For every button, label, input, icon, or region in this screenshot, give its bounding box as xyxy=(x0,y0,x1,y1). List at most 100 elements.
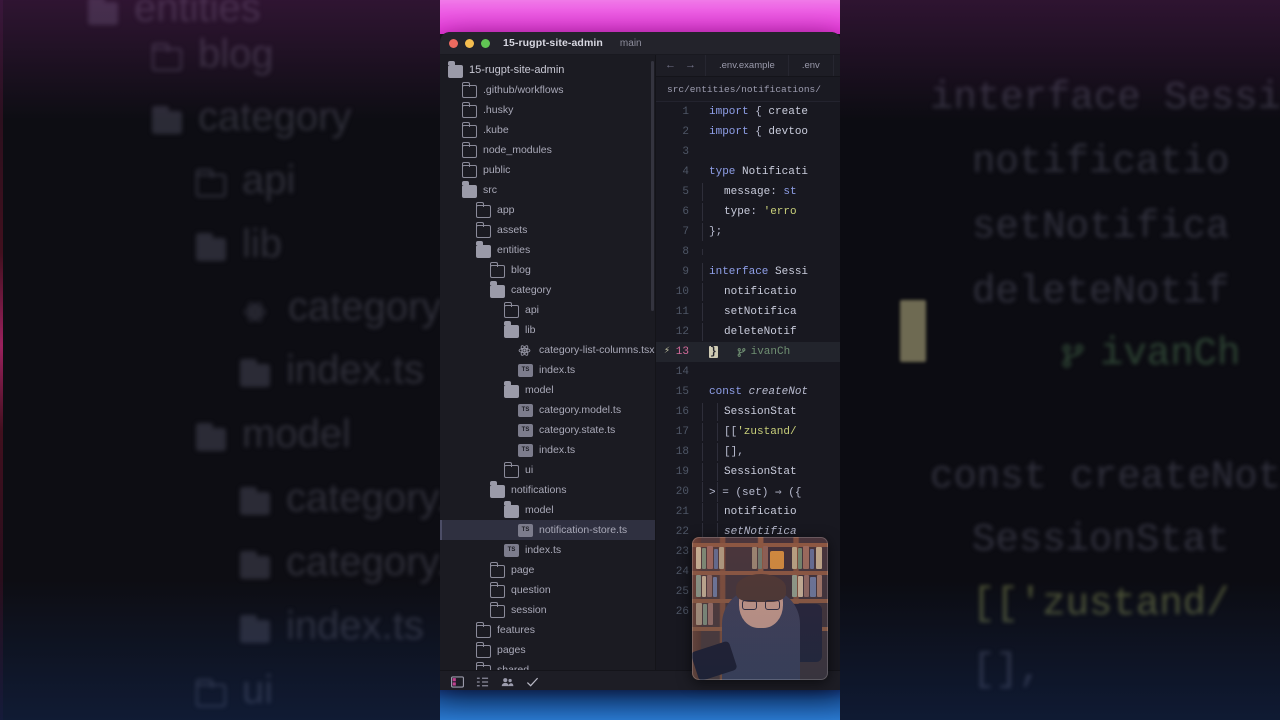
webcam-frame-border xyxy=(692,537,828,680)
folder-icon xyxy=(503,461,519,478)
code-line[interactable]: 3 xyxy=(656,142,840,162)
code-line[interactable]: 15 const createNot xyxy=(656,382,840,402)
tab-env[interactable]: .env xyxy=(789,55,834,76)
code-token: interface xyxy=(709,266,776,278)
tree-item[interactable]: page xyxy=(440,560,655,580)
code-line[interactable]: 5 message: st xyxy=(656,182,840,202)
folder-open-icon xyxy=(490,481,505,498)
folder-icon xyxy=(503,301,519,318)
tree-item[interactable]: .kube xyxy=(440,120,655,140)
file-tree[interactable]: 15-rugpt-site-admin .github/workflows .hu… xyxy=(440,55,656,670)
tree-item-label: features xyxy=(497,624,535,636)
tree-item-root[interactable]: 15-rugpt-site-admin xyxy=(440,60,655,80)
tree-item[interactable]: model xyxy=(440,380,655,400)
tree-item[interactable]: pages xyxy=(440,640,655,660)
checkmark-icon[interactable] xyxy=(526,675,539,687)
code-line[interactable]: 12 deleteNotif xyxy=(656,322,840,342)
code-line[interactable]: 6 type: 'erro xyxy=(656,202,840,222)
tree-item[interactable]: model xyxy=(440,500,655,520)
tree-item[interactable]: TS category.model.ts xyxy=(440,400,655,420)
code-token: }; xyxy=(709,226,723,238)
code-text: [], xyxy=(700,443,744,461)
tree-item[interactable]: question xyxy=(440,580,655,600)
bg-text: blog xyxy=(152,32,274,77)
breadcrumb[interactable]: src/entities/notifications/ xyxy=(656,77,840,102)
code-line[interactable]: 17 [['zustand/ xyxy=(656,422,840,442)
layout-panel-icon[interactable] xyxy=(451,675,465,688)
code-text: [['zustand/ xyxy=(700,423,797,441)
tree-item[interactable]: blog xyxy=(440,260,655,280)
tree-item-label: index.ts xyxy=(525,544,562,556)
background-left-panel: entities blog category api lib category-… xyxy=(0,0,442,720)
tree-item[interactable]: lib xyxy=(440,320,655,340)
code-token: message xyxy=(724,186,771,198)
code-line[interactable]: 7}; xyxy=(656,222,840,242)
code-line[interactable]: 4 type Notificati xyxy=(656,162,840,182)
tree-item[interactable]: TS notification-store.ts xyxy=(440,520,655,540)
code-line[interactable]: 14 xyxy=(656,362,840,382)
code-line[interactable]: 19 SessionStat xyxy=(656,462,840,482)
code-text: type: 'erro xyxy=(700,203,797,221)
close-button[interactable] xyxy=(449,38,458,48)
code-line[interactable]: 10 notificatio xyxy=(656,282,840,302)
tree-item[interactable]: category-list-columns.tsx xyxy=(440,340,655,360)
tree-item[interactable]: TS index.ts xyxy=(440,440,655,460)
git-branch-icon xyxy=(1062,344,1084,368)
code-line[interactable]: 11 setNotifica xyxy=(656,302,840,322)
tree-item-label: model xyxy=(525,384,554,396)
tree-item-label: .husky xyxy=(483,104,514,116)
code-line[interactable]: 8 xyxy=(656,242,840,262)
tree-item[interactable]: shared xyxy=(440,660,655,670)
tree-item[interactable]: ui xyxy=(440,460,655,480)
tree-item[interactable]: session xyxy=(440,600,655,620)
lightning-icon[interactable]: ⚡ xyxy=(664,345,670,359)
code-line[interactable]: ⚡ 13} ivanCh xyxy=(656,342,840,362)
tree-item[interactable]: TS category.state.ts xyxy=(440,420,655,440)
tree-item-label: app xyxy=(497,204,515,216)
tree-item[interactable]: TS index.ts xyxy=(440,540,655,560)
code-line[interactable]: 21 notificatio xyxy=(656,502,840,522)
line-number: 8 xyxy=(682,246,689,258)
tree-item[interactable]: public xyxy=(440,160,655,180)
code-line[interactable]: 2 import { devtoo xyxy=(656,122,840,142)
tree-item-label: .kube xyxy=(483,124,509,136)
editor-tabbar[interactable]: ← → .env.example .env xyxy=(656,55,840,77)
tree-item[interactable]: node_modules xyxy=(440,140,655,160)
folder-open-icon xyxy=(462,181,477,198)
tree-item[interactable]: app xyxy=(440,200,655,220)
tree-item[interactable]: .github/workflows xyxy=(440,80,655,100)
accounts-icon[interactable] xyxy=(501,675,514,687)
tree-item-label: src xyxy=(483,184,497,196)
bg-code-text: const createNot xyxy=(930,455,1280,499)
code-line[interactable]: 20 > = (set) ⇒ ({ xyxy=(656,482,840,502)
tree-item[interactable]: assets xyxy=(440,220,655,240)
minimize-button[interactable] xyxy=(465,38,474,48)
tree-item[interactable]: TS index.ts xyxy=(440,360,655,380)
bottom-gradient-band xyxy=(440,688,840,720)
line-number: 4 xyxy=(682,166,689,178)
tree-item[interactable]: api xyxy=(440,300,655,320)
tree-item[interactable]: category xyxy=(440,280,655,300)
tab-env-example[interactable]: .env.example xyxy=(706,55,789,76)
folder-icon xyxy=(461,101,477,118)
code-text: type Notificati xyxy=(700,166,808,178)
outline-list-icon[interactable] xyxy=(476,675,489,687)
folder-open-icon xyxy=(476,241,491,258)
arrow-right-icon[interactable]: → xyxy=(685,60,696,71)
code-line[interactable]: 16 SessionStat xyxy=(656,402,840,422)
tree-item[interactable]: .husky xyxy=(440,100,655,120)
maximize-button[interactable] xyxy=(481,38,490,48)
arrow-left-icon[interactable]: ← xyxy=(665,60,676,71)
code-line[interactable]: 1 import { create xyxy=(656,102,840,122)
code-text: }; xyxy=(700,223,723,241)
code-line[interactable]: 9 interface Sessi xyxy=(656,262,840,282)
tree-item[interactable]: src xyxy=(440,180,655,200)
code-line[interactable]: 18 [], xyxy=(656,442,840,462)
file-tree-scrollbar[interactable] xyxy=(651,61,654,311)
tree-item[interactable]: entities xyxy=(440,240,655,260)
code-token: setNotifica xyxy=(724,306,797,318)
typescript-icon: TS xyxy=(518,444,533,457)
typescript-icon: TS xyxy=(504,544,519,557)
tree-item[interactable]: features xyxy=(440,620,655,640)
tree-item[interactable]: notifications xyxy=(440,480,655,500)
